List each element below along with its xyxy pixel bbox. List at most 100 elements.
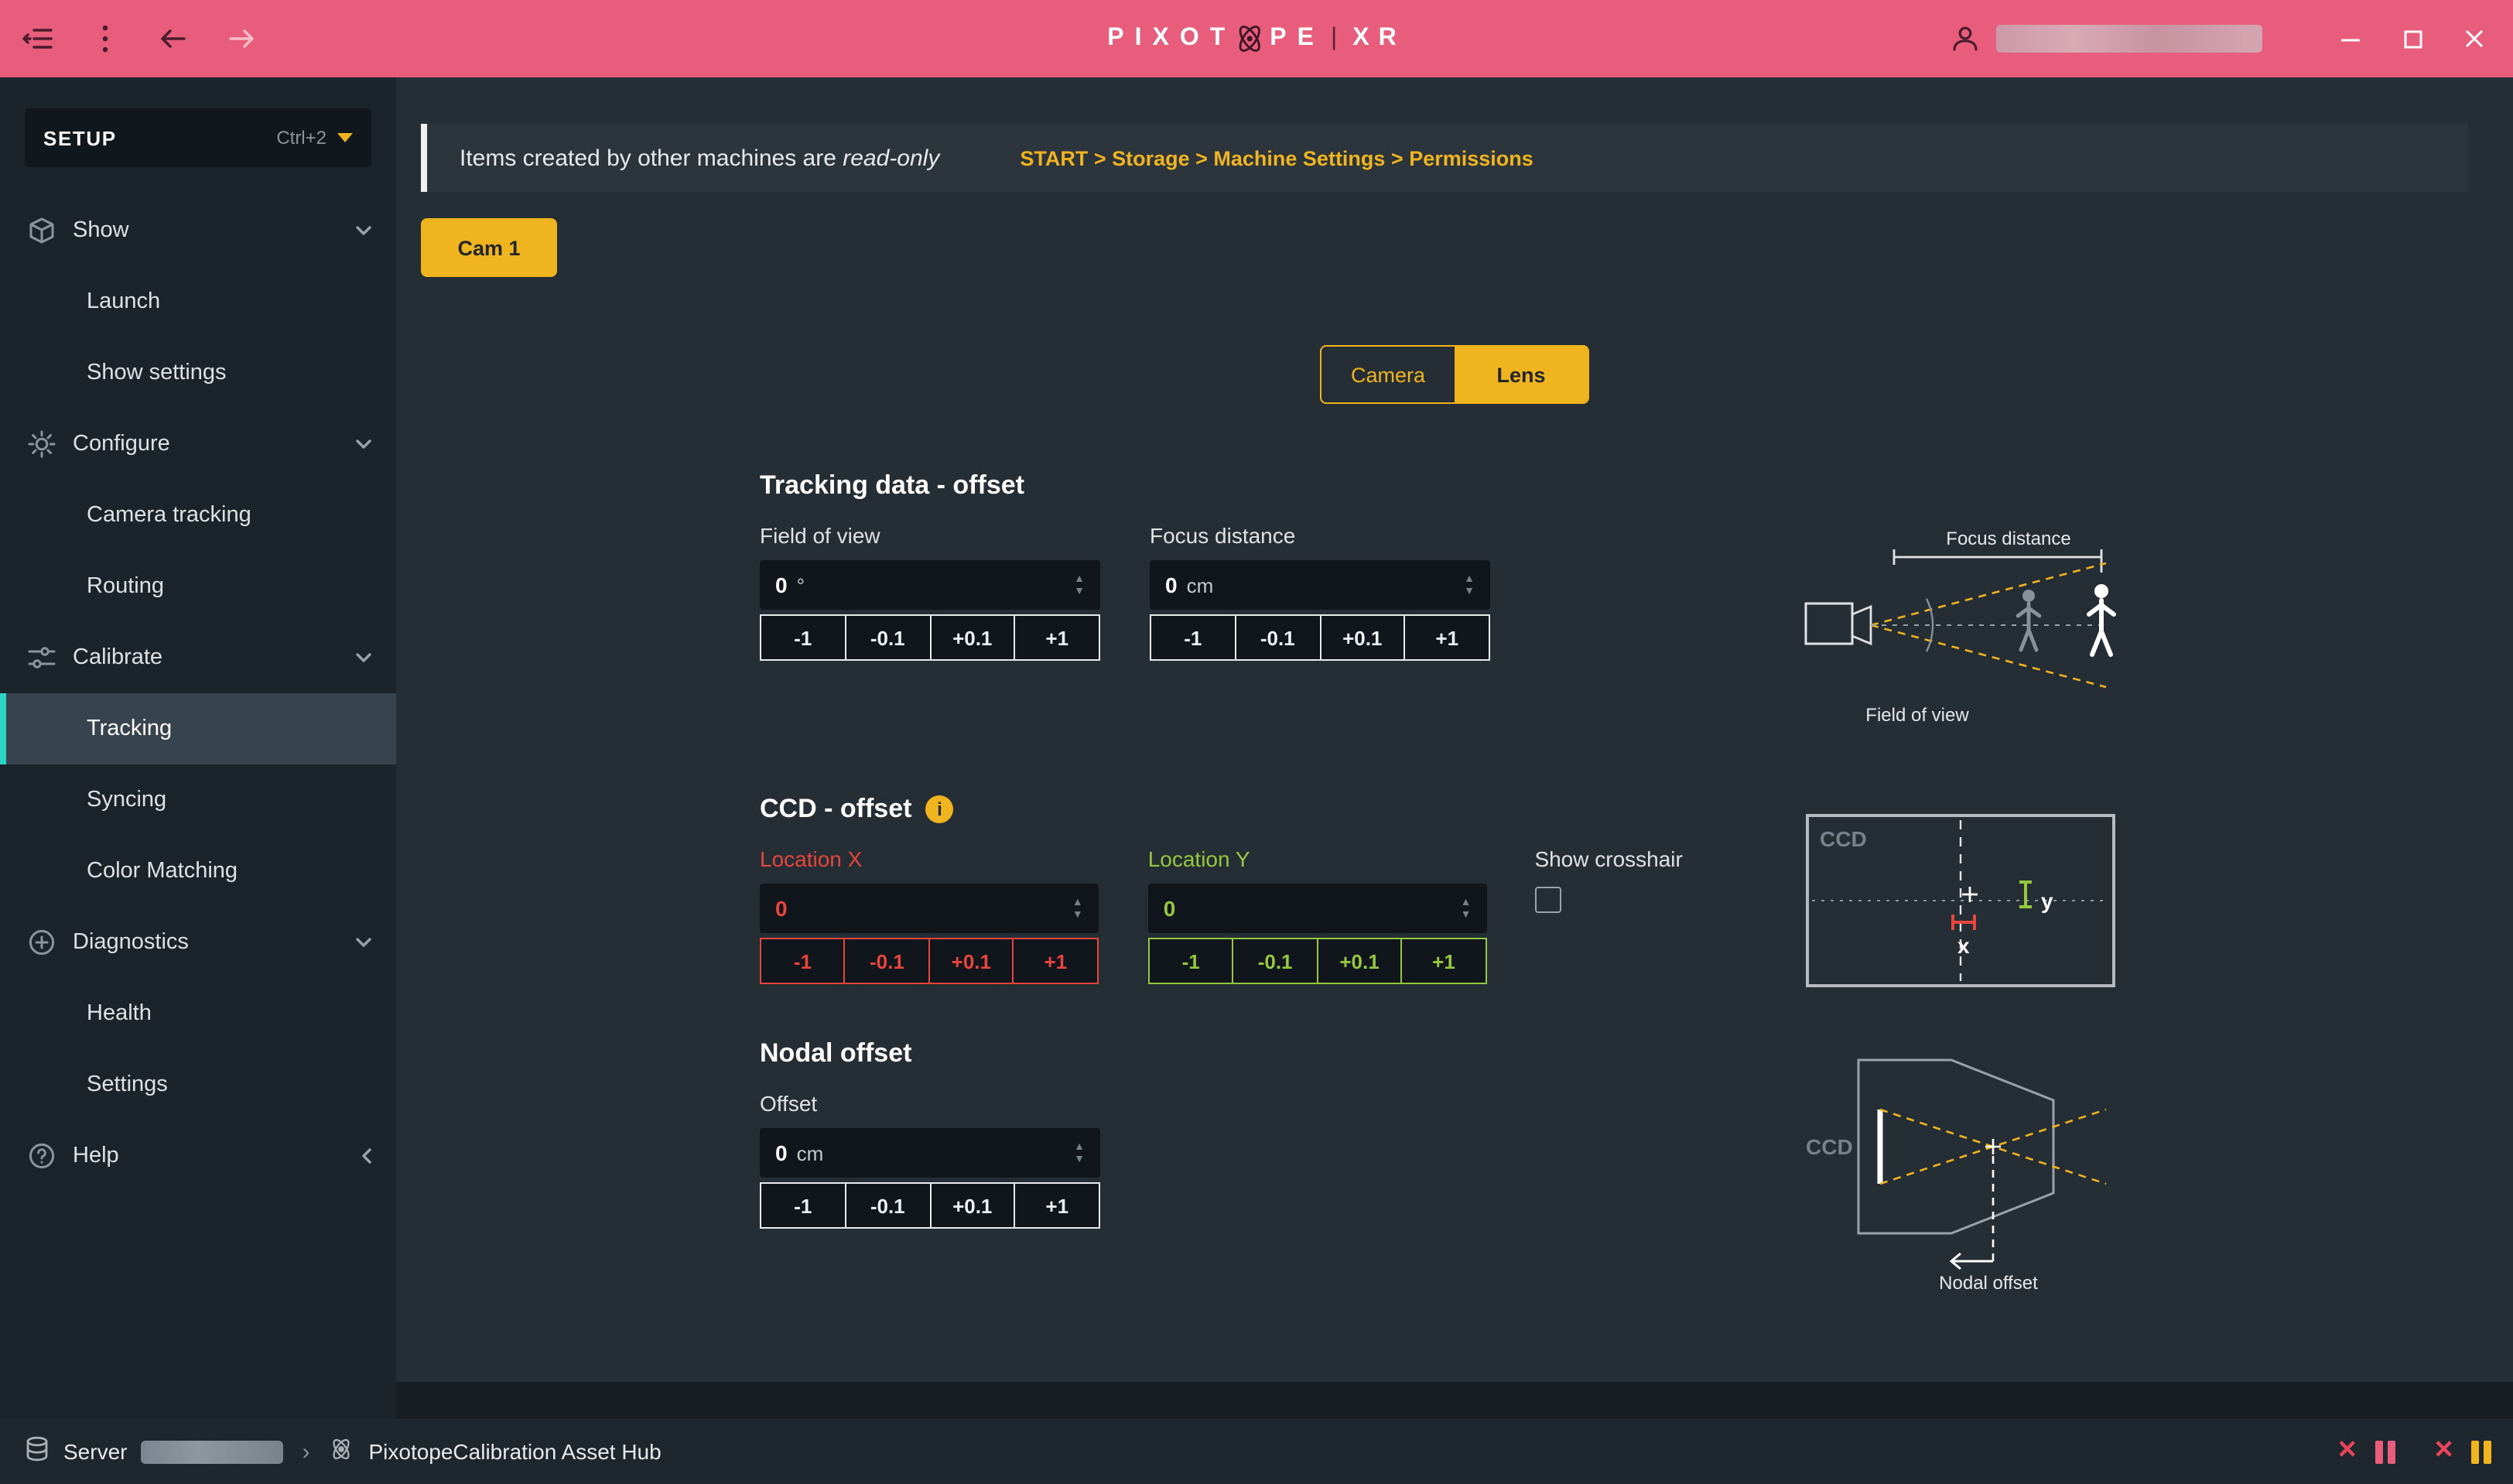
minimize-button[interactable] [2330,19,2371,59]
step-minus-1-button[interactable]: -1 [760,938,846,984]
show-crosshair-checkbox[interactable] [1534,887,1561,913]
spinner-control[interactable]: ▲▼ [1074,1141,1085,1164]
step-minus-0-1-button[interactable]: -0.1 [845,1182,932,1229]
focus-distance-input[interactable]: 0 cm ▲▼ [1150,560,1490,610]
show-icon [28,217,56,244]
step-minus-1-button[interactable]: -1 [1148,938,1234,984]
sidebar-item-calibrate[interactable]: Calibrate [0,622,396,693]
spinner-control[interactable]: ▲▼ [1072,897,1083,920]
toggle-option-lens[interactable]: Lens [1455,347,1588,402]
step-minus-0-1-button[interactable]: -0.1 [845,614,932,661]
back-icon[interactable] [155,20,192,57]
status-error-close-icon[interactable]: ✕ [2433,1439,2454,1464]
camera-lens-toggle: Camera Lens [1320,345,1589,404]
sidebar-collapse-icon[interactable] [19,20,56,57]
field-label: Location Y [1148,846,1487,874]
sidebar-item-diagnostics[interactable]: Diagnostics [0,907,396,978]
user-account-icon[interactable] [1947,20,1984,57]
sidebar-item-label: Settings [87,1072,168,1097]
kebab-menu-icon[interactable] [87,20,124,57]
step-plus-0-1-button[interactable]: +0.1 [1319,614,1406,661]
info-icon[interactable]: i [925,795,953,823]
main-content: Items created by other machines are read… [396,77,2513,1382]
sidebar-item-tracking[interactable]: Tracking [0,693,396,764]
focus-distance-label: Focus distance [1946,528,2070,549]
step-plus-0-1-button[interactable]: +0.1 [1317,938,1403,984]
step-minus-0-1-button[interactable]: -0.1 [1235,614,1321,661]
sidebar-item-help[interactable]: Help [0,1120,396,1192]
toggle-option-camera[interactable]: Camera [1321,347,1455,402]
step-plus-1-button[interactable]: +1 [1404,614,1491,661]
sidebar-item-show-settings[interactable]: Show settings [0,337,396,409]
status-error-close-icon[interactable]: ✕ [2337,1439,2357,1464]
step-plus-1-button[interactable]: +1 [1014,614,1101,661]
chevron-down-icon [356,226,371,235]
step-plus-0-1-button[interactable]: +0.1 [929,614,1016,661]
bottom-strip [396,1382,2513,1419]
forward-icon[interactable] [223,20,260,57]
step-minus-1-button[interactable]: -1 [1150,614,1236,661]
nodal-offset-input[interactable]: 0 cm ▲▼ [760,1128,1100,1178]
spinner-control[interactable]: ▲▼ [1461,897,1472,920]
asset-hub-label[interactable]: PixotopeCalibration Asset Hub [368,1439,661,1464]
setup-label: SETUP [43,126,117,149]
sliders-icon [28,644,56,672]
input-value: 0 [1165,573,1178,597]
field-label: Focus distance [1150,523,1490,551]
cam-1-button[interactable]: Cam 1 [421,218,557,277]
step-minus-1-button[interactable]: -1 [760,1182,846,1229]
field-label: Offset [760,1091,1100,1119]
location-x-input[interactable]: 0 ▲▼ [760,884,1099,933]
sidebar-item-configure[interactable]: Configure [0,409,396,480]
sidebar-item-color-matching[interactable]: Color Matching [0,836,396,907]
step-plus-1-button[interactable]: +1 [1401,938,1487,984]
sidebar-item-label: Help [73,1144,119,1168]
sidebar-item-label: Show settings [87,361,227,385]
readonly-banner: Items created by other machines are read… [421,124,2468,192]
step-plus-0-1-button[interactable]: +0.1 [929,1182,1016,1229]
sidebar-item-launch[interactable]: Launch [0,266,396,337]
step-minus-0-1-button[interactable]: -0.1 [844,938,930,984]
sidebar-item-routing[interactable]: Routing [0,551,396,622]
section-title-nodal-offset: Nodal offset [760,1038,1750,1069]
spinner-control[interactable]: ▲▼ [1464,573,1475,597]
close-button[interactable] [2454,19,2494,59]
sidebar-item-show[interactable]: Show [0,195,396,266]
sidebar-item-label: Configure [73,432,170,456]
sidebar-item-camera-tracking[interactable]: Camera tracking [0,480,396,551]
step-minus-0-1-button[interactable]: -0.1 [1233,938,1318,984]
sidebar-item-syncing[interactable]: Syncing [0,764,396,836]
sidebar-item-health[interactable]: Health [0,978,396,1049]
chevron-down-icon [356,653,371,662]
step-plus-1-button[interactable]: +1 [1013,938,1099,984]
sidebar-item-label: Routing [87,574,164,599]
step-buttons: -1 -0.1 +0.1 +1 [760,1182,1100,1229]
status-pause-yellow-icon[interactable] [2471,1440,2491,1463]
setup-dropdown[interactable]: SETUP Ctrl+2 [25,108,371,167]
server-label[interactable]: Server [63,1439,127,1464]
spinner-control[interactable]: ▲▼ [1074,573,1085,597]
white-person-icon [2089,584,2114,655]
chevron-left-icon [362,1148,371,1164]
diagnostics-icon [28,928,56,956]
location-y-input[interactable]: 0 ▲▼ [1148,884,1487,933]
sidebar-item-settings[interactable]: Settings [0,1049,396,1120]
logo-product: XR [1352,25,1405,53]
field-of-view-label: Field of view [1865,705,1969,726]
field-of-view-input[interactable]: 0 ° ▲▼ [760,560,1100,610]
show-crosshair-field: Show crosshair [1534,846,1750,984]
step-plus-1-button[interactable]: +1 [1014,1182,1101,1229]
ccd-label: CCD [1806,1135,1853,1159]
breadcrumb[interactable]: START > Storage > Machine Settings > Per… [1020,146,1533,169]
location-x-field: Location X 0 ▲▼ -1 -0.1 +0.1 +1 [760,846,1099,984]
status-pause-pink-icon[interactable] [2375,1440,2395,1463]
step-minus-1-button[interactable]: -1 [760,614,846,661]
step-buttons: -1 -0.1 +0.1 +1 [1150,614,1490,661]
sidebar-item-label: Launch [87,289,160,314]
gear-icon [28,430,56,458]
y-axis-label: y [2041,889,2053,913]
ccd-label: CCD [1820,827,1867,851]
step-plus-0-1-button[interactable]: +0.1 [928,938,1014,984]
maximize-button[interactable] [2392,19,2433,59]
user-email-redacted [1996,25,2262,53]
